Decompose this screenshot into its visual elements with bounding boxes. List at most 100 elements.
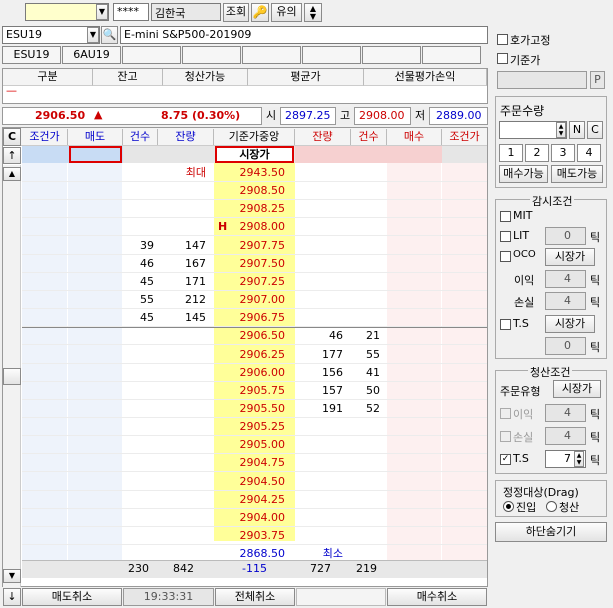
notice-button[interactable]: 유의 — [271, 3, 302, 22]
n-button[interactable]: N — [569, 121, 585, 139]
bid-qty — [295, 473, 347, 491]
exit-ts-checkbox[interactable]: ✓ — [500, 454, 511, 465]
qty-spinner[interactable]: ▲ ▼ — [556, 122, 566, 138]
buy-cancel-button[interactable]: 매수취소 — [387, 588, 487, 606]
exit-profit-checkbox[interactable] — [500, 408, 511, 419]
sell-able-button[interactable]: 매도가능 — [551, 165, 603, 183]
qty-button-1[interactable]: 1 — [499, 144, 523, 162]
scroll-up-button[interactable]: ↑ — [3, 147, 21, 164]
ts-tick: 틱 — [590, 341, 601, 354]
bid-qty — [295, 182, 347, 200]
exit-profit-input: 4 — [545, 404, 586, 422]
qty-button-2[interactable]: 2 — [525, 144, 549, 162]
bid-qty — [295, 309, 347, 327]
oco-market-button[interactable]: 시장가 — [545, 248, 595, 266]
bid-qty — [295, 509, 347, 527]
bid-qty — [295, 218, 347, 236]
open-price: 2897.25 — [285, 109, 331, 122]
hide-bottom-button[interactable]: 하단숨기기 — [495, 522, 607, 542]
tab-1[interactable]: ESU19 — [2, 46, 61, 64]
oco-label: OCO — [513, 249, 536, 260]
bid-count — [351, 418, 384, 436]
ask-count: 39 — [140, 239, 154, 252]
bid-count — [351, 164, 384, 182]
market-price-button[interactable]: 시장가 — [215, 146, 294, 163]
entry-radio[interactable] — [503, 501, 514, 512]
loss-label: 손실 — [514, 296, 535, 309]
exit-loss-value: 4 — [564, 429, 571, 442]
bid-qty — [295, 436, 347, 454]
high-marker — [218, 273, 232, 291]
all-cancel-button[interactable]: 전체취소 — [215, 588, 295, 606]
updown-arrow-button[interactable]: ▲ ▼ — [304, 3, 322, 22]
exit-loss-checkbox[interactable] — [500, 431, 511, 442]
tab-3[interactable] — [122, 46, 181, 64]
sell-cancel-button[interactable]: 매도취소 — [22, 588, 122, 606]
market-sell-box[interactable] — [69, 146, 122, 163]
fix-quote-checkbox[interactable] — [497, 34, 508, 45]
mit-checkbox[interactable] — [500, 211, 511, 222]
high-marker — [218, 400, 232, 418]
ask-qty — [158, 400, 210, 418]
symbol-code-field[interactable]: ESU19 — [2, 26, 100, 44]
lit-checkbox[interactable] — [500, 231, 511, 242]
bid-count — [351, 454, 384, 472]
exit-ts-label: T.S — [513, 452, 529, 465]
loss-tick: 틱 — [590, 296, 601, 309]
scroll-small-up-button[interactable]: ▲ — [3, 167, 21, 181]
p-button[interactable]: P — [590, 71, 605, 89]
query-button[interactable]: 조회 — [223, 3, 249, 22]
search-icon[interactable]: 🔍 — [101, 26, 118, 44]
tab-7[interactable] — [362, 46, 421, 64]
qty-button-4[interactable]: 4 — [577, 144, 601, 162]
password-field[interactable]: **** — [113, 3, 149, 21]
bid-qty — [295, 164, 347, 182]
ask-qty: 최대 — [185, 166, 206, 179]
tab-8[interactable] — [422, 46, 481, 64]
ask-qty — [158, 182, 210, 200]
ask-qty — [158, 509, 210, 527]
current-price: 2906.50 — [35, 109, 86, 122]
base-price-checkbox[interactable] — [497, 53, 508, 64]
symbol-dropdown-button[interactable]: ▼ — [87, 27, 99, 43]
bid-count: 52 — [366, 402, 380, 415]
ask-qty — [158, 200, 210, 218]
tab-2[interactable]: 6AU19 — [62, 46, 121, 64]
user-name-field: 김한국 — [151, 3, 221, 21]
position-header-2: 잔고 — [93, 69, 163, 86]
oco-checkbox[interactable] — [500, 251, 511, 262]
lit-input: 0 — [545, 227, 586, 245]
key-icon[interactable]: 🔑 — [251, 3, 269, 22]
high-marker — [218, 454, 232, 472]
high-marker — [218, 237, 232, 255]
bid-count — [351, 218, 384, 236]
high-marker — [218, 436, 232, 454]
ts-market-button[interactable]: 시장가 — [545, 315, 595, 333]
bid-count — [351, 237, 384, 255]
high-marker — [218, 418, 232, 436]
total-diff: -115 — [242, 562, 267, 575]
symbol-code: ESU19 — [6, 28, 42, 41]
high-marker — [218, 255, 232, 273]
correct-title: 정정대상(Drag) — [503, 486, 579, 499]
exit-market-button[interactable]: 시장가 — [553, 380, 601, 398]
scroll-down-button[interactable]: ↓ — [3, 588, 21, 606]
c-qty-button[interactable]: C — [587, 121, 603, 139]
c-button[interactable]: C — [3, 128, 21, 146]
bid-qty — [295, 237, 347, 255]
exit-ts-spinner[interactable]: ▲ ▼ — [574, 451, 584, 467]
ts-checkbox[interactable] — [500, 319, 511, 330]
clear-radio[interactable] — [546, 501, 557, 512]
scroll-thumb[interactable] — [3, 368, 21, 385]
ask-count — [123, 509, 158, 527]
scroll-small-down-button[interactable]: ▼ — [3, 569, 21, 583]
tab-5[interactable] — [242, 46, 301, 64]
tab-4[interactable] — [182, 46, 241, 64]
tab-6[interactable] — [302, 46, 361, 64]
account-dropdown-button[interactable]: ▼ — [96, 4, 108, 20]
ask-count — [123, 418, 158, 436]
high-marker — [218, 291, 232, 309]
buy-able-button[interactable]: 매수가능 — [499, 165, 548, 183]
total-buy-count: 219 — [356, 562, 377, 575]
qty-button-3[interactable]: 3 — [551, 144, 575, 162]
